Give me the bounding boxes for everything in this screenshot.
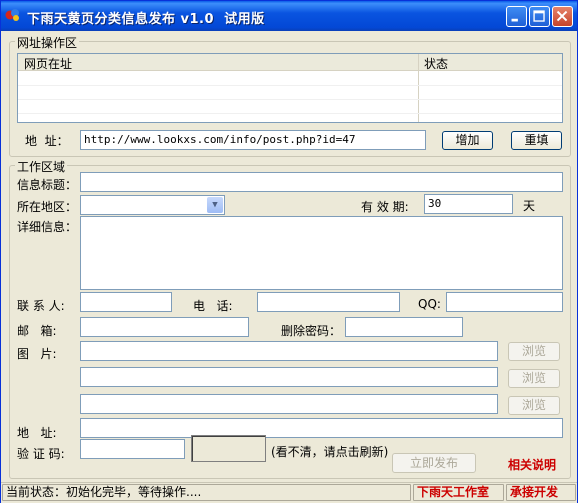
help-link[interactable]: 相关说明 bbox=[508, 456, 556, 473]
address-input[interactable] bbox=[80, 418, 563, 438]
validity-label: 有 效 期: bbox=[361, 200, 409, 214]
contact-input[interactable] bbox=[80, 292, 172, 312]
browse-button-3[interactable]: 浏览 bbox=[508, 396, 560, 415]
url-address-label: 地 址： bbox=[25, 134, 69, 148]
minimize-button[interactable] bbox=[506, 6, 527, 27]
validity-input[interactable]: 30 bbox=[424, 194, 513, 214]
delete-password-input[interactable] bbox=[345, 317, 463, 337]
title-input[interactable] bbox=[80, 172, 563, 192]
column-status[interactable]: 状态 bbox=[424, 55, 448, 72]
list-row-line bbox=[18, 85, 562, 86]
url-group-legend: 网址操作区 bbox=[15, 34, 80, 51]
chevron-down-icon[interactable]: ▼ bbox=[207, 197, 223, 213]
url-list-header: 网页在址 状态 bbox=[18, 54, 562, 71]
picture-path-input-3[interactable] bbox=[80, 394, 498, 414]
maximize-icon bbox=[533, 10, 545, 22]
url-address-input[interactable]: http://www.lookxs.com/info/post.php?id=4… bbox=[80, 130, 426, 150]
main-window: 下雨天黄页分类信息发布 v1.0 试用版 网址操作区 网页在址 状态 地 址： … bbox=[0, 0, 578, 503]
region-label: 所在地区： bbox=[17, 200, 78, 214]
column-url[interactable]: 网页在址 bbox=[24, 55, 72, 72]
refill-button[interactable]: 重填 bbox=[511, 131, 562, 150]
service-link[interactable]: 承接开发 bbox=[506, 484, 576, 501]
detail-textarea[interactable] bbox=[80, 216, 563, 290]
status-bar: 当前状态：初始化完毕，等待操作.... 下雨天工作室 承接开发 bbox=[1, 482, 577, 503]
picture-label: 图 片: bbox=[17, 347, 57, 361]
detail-label: 详细信息： bbox=[17, 220, 78, 234]
add-button[interactable]: 增加 bbox=[442, 131, 493, 150]
captcha-image[interactable] bbox=[191, 435, 266, 462]
region-select[interactable]: ▼ bbox=[80, 195, 225, 215]
browse-button-1[interactable]: 浏览 bbox=[508, 342, 560, 361]
close-icon bbox=[556, 10, 568, 22]
picture-path-input-2[interactable] bbox=[80, 367, 498, 387]
captcha-input[interactable] bbox=[80, 439, 185, 459]
close-button[interactable] bbox=[552, 6, 573, 27]
email-label: 邮 箱: bbox=[17, 324, 57, 338]
title-label: 信息标题： bbox=[17, 178, 78, 192]
column-divider bbox=[418, 54, 419, 122]
work-group-legend: 工作区域 bbox=[15, 158, 68, 175]
address-label: 地 址: bbox=[17, 426, 57, 440]
qq-input[interactable] bbox=[446, 292, 563, 312]
email-input[interactable] bbox=[80, 317, 249, 337]
captcha-refresh-hint[interactable]: (看不清，请点击刷新) bbox=[271, 443, 388, 460]
list-row-line bbox=[18, 99, 562, 100]
picture-path-input-1[interactable] bbox=[80, 341, 498, 361]
window-title: 下雨天黄页分类信息发布 v1.0 试用版 bbox=[27, 12, 265, 27]
list-row-line bbox=[18, 113, 562, 114]
status-text: 当前状态：初始化完毕，等待操作.... bbox=[2, 484, 411, 501]
qq-label: QQ: bbox=[418, 297, 441, 311]
captcha-label: 验 证 码: bbox=[17, 447, 65, 461]
delete-password-label: 删除密码： bbox=[281, 324, 342, 338]
title-bar[interactable]: 下雨天黄页分类信息发布 v1.0 试用版 bbox=[1, 1, 577, 31]
contact-label: 联 系 人: bbox=[17, 299, 65, 313]
minimize-icon bbox=[511, 18, 518, 22]
browse-button-2[interactable]: 浏览 bbox=[508, 369, 560, 388]
url-list[interactable]: 网页在址 状态 bbox=[17, 53, 563, 123]
app-icon bbox=[5, 9, 19, 21]
phone-input[interactable] bbox=[257, 292, 400, 312]
validity-unit: 天 bbox=[523, 199, 536, 213]
phone-label: 电 话: bbox=[193, 299, 233, 313]
studio-link[interactable]: 下雨天工作室 bbox=[413, 484, 504, 501]
maximize-button[interactable] bbox=[529, 6, 550, 27]
publish-button[interactable]: 立即发布 bbox=[392, 453, 476, 473]
